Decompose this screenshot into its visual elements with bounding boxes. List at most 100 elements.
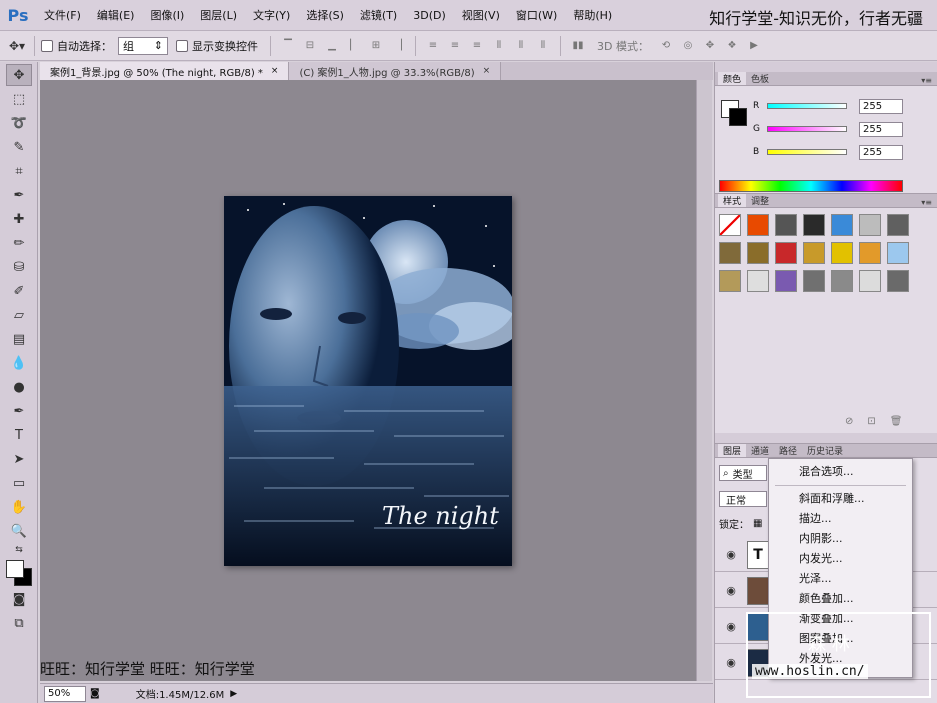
screen-mode-icon[interactable]: ⧉ xyxy=(6,612,32,634)
align-bottom-icon[interactable]: ▁ xyxy=(325,39,339,53)
green-slider[interactable] xyxy=(767,126,847,132)
style-swatch[interactable] xyxy=(887,242,909,264)
menu-item-blending-options[interactable]: 混合选项... xyxy=(769,462,912,482)
foreground-background-swatch[interactable] xyxy=(4,558,34,586)
menu-file[interactable]: 文件(F) xyxy=(36,7,89,23)
menu-item-inner-shadow[interactable]: 内阴影... xyxy=(769,529,912,549)
eraser-tool-icon[interactable]: ▱ xyxy=(6,304,32,326)
marquee-tool-icon[interactable]: ⬚ xyxy=(6,88,32,110)
menu-item-satin[interactable]: 光泽... xyxy=(769,569,912,589)
gradient-tool-icon[interactable]: ▤ xyxy=(6,328,32,350)
style-swatch[interactable] xyxy=(719,214,741,236)
tab-history[interactable]: 历史记录 xyxy=(802,444,848,457)
lock-transparent-icon[interactable]: ▦ xyxy=(753,518,762,529)
zoom-tool-icon[interactable]: 🔍 xyxy=(6,520,32,542)
style-swatch[interactable] xyxy=(887,270,909,292)
menu-help[interactable]: 帮助(H) xyxy=(565,7,620,23)
style-swatch[interactable] xyxy=(775,214,797,236)
blue-value-input[interactable]: 255 xyxy=(859,144,903,160)
show-transform-checkbox[interactable] xyxy=(176,39,188,52)
tab-color[interactable]: 颜色 xyxy=(718,72,747,85)
menu-edit[interactable]: 编辑(E) xyxy=(89,7,143,23)
menu-layer[interactable]: 图层(L) xyxy=(192,7,245,23)
menu-select[interactable]: 选择(S) xyxy=(298,7,352,23)
align-left-icon[interactable]: ▏ xyxy=(347,39,361,53)
quick-select-tool-icon[interactable]: ✎ xyxy=(6,136,32,158)
menu-3d[interactable]: 3D(D) xyxy=(405,9,454,22)
distribute-left-icon[interactable]: ⦀ xyxy=(492,39,506,53)
history-brush-tool-icon[interactable]: ✐ xyxy=(6,280,32,302)
document-tab-background[interactable]: 案例1_背景.jpg @ 50% (The night, RGB/8) * × xyxy=(40,62,290,80)
align-hcenter-icon[interactable]: ⊞ xyxy=(369,39,383,53)
green-value-input[interactable]: 255 xyxy=(859,121,903,137)
hand-tool-icon[interactable]: ✋ xyxy=(6,496,32,518)
style-swatch[interactable] xyxy=(747,214,769,236)
dodge-tool-icon[interactable]: ● xyxy=(6,376,32,398)
menu-item-bevel-emboss[interactable]: 斜面和浮雕... xyxy=(769,489,912,509)
3d-rotate-icon[interactable]: ⟲ xyxy=(659,39,673,53)
style-swatch[interactable] xyxy=(803,270,825,292)
style-swatch[interactable] xyxy=(831,214,853,236)
style-swatch[interactable] xyxy=(775,242,797,264)
style-swatch[interactable] xyxy=(747,270,769,292)
3d-roll-icon[interactable]: ◎ xyxy=(681,39,695,53)
distribute-vcenter-icon[interactable]: ≡ xyxy=(448,39,462,53)
menu-image[interactable]: 图像(I) xyxy=(142,7,192,23)
panel-menu-icon[interactable]: ▾≡ xyxy=(921,76,932,85)
tab-channels[interactable]: 通道 xyxy=(746,444,774,457)
move-tool-icon[interactable]: ✥ xyxy=(6,64,32,86)
distribute-bottom-icon[interactable]: ≡ xyxy=(470,39,484,53)
menu-item-inner-glow[interactable]: 内发光... xyxy=(769,549,912,569)
background-color-swatch[interactable] xyxy=(729,108,747,126)
pen-tool-icon[interactable]: ✒ xyxy=(6,400,32,422)
canvas-area[interactable]: The night xyxy=(40,80,696,681)
eyedropper-tool-icon[interactable]: ✒ xyxy=(6,184,32,206)
status-menu-arrow-icon[interactable]: ▶ xyxy=(230,689,237,699)
3d-drag-icon[interactable]: ✥ xyxy=(703,39,717,53)
3d-scale-icon[interactable]: ▶ xyxy=(747,39,761,53)
blue-slider[interactable] xyxy=(767,149,847,155)
red-value-input[interactable]: 255 xyxy=(859,98,903,114)
blend-mode-dropdown[interactable]: 正常 xyxy=(719,491,767,507)
clone-stamp-tool-icon[interactable]: ⛁ xyxy=(6,256,32,278)
tab-styles[interactable]: 样式 xyxy=(718,194,747,207)
zoom-level-field[interactable]: 50% xyxy=(44,685,86,702)
document-tab-person[interactable]: (C) 案例1_人物.jpg @ 33.3%(RGB/8) × xyxy=(289,62,502,80)
align-top-icon[interactable]: ▔ xyxy=(281,39,295,53)
new-style-icon[interactable]: ⊡ xyxy=(867,416,875,427)
tab-paths[interactable]: 路径 xyxy=(774,444,802,457)
style-swatch[interactable] xyxy=(803,242,825,264)
style-swatch[interactable] xyxy=(831,242,853,264)
move-tool-preset-icon[interactable]: ✥▾ xyxy=(9,39,25,53)
lasso-tool-icon[interactable]: ➰ xyxy=(6,112,32,134)
style-swatch[interactable] xyxy=(747,242,769,264)
align-vcenter-icon[interactable]: ⊟ xyxy=(303,39,317,53)
foreground-color-swatch[interactable] xyxy=(6,560,24,578)
menu-filter[interactable]: 滤镜(T) xyxy=(352,7,405,23)
shape-tool-icon[interactable]: ▭ xyxy=(6,472,32,494)
tab-layers[interactable]: 图层 xyxy=(718,444,747,457)
swap-colors-icon[interactable]: ⇆ xyxy=(6,544,32,556)
menu-view[interactable]: 视图(V) xyxy=(454,7,508,23)
distribute-top-icon[interactable]: ≡ xyxy=(426,39,440,53)
color-spectrum-bar[interactable] xyxy=(719,180,903,192)
document-canvas[interactable]: The night xyxy=(224,196,512,566)
type-tool-icon[interactable]: T xyxy=(6,424,32,446)
tab-adjustments[interactable]: 调整 xyxy=(746,194,774,207)
visibility-eye-icon[interactable]: ◉ xyxy=(721,656,741,669)
canvas-title-text[interactable]: The night xyxy=(382,502,499,530)
style-swatch[interactable] xyxy=(859,214,881,236)
close-icon[interactable]: × xyxy=(271,66,279,76)
visibility-eye-icon[interactable]: ◉ xyxy=(721,620,741,633)
auto-select-dropdown[interactable]: 组 ⇕ xyxy=(118,36,168,55)
red-slider[interactable] xyxy=(767,103,847,109)
tab-swatches[interactable]: 色板 xyxy=(746,72,774,85)
crop-tool-icon[interactable]: ⌗ xyxy=(6,160,32,182)
panel-menu-icon[interactable]: ▾≡ xyxy=(921,198,932,207)
menu-window[interactable]: 窗口(W) xyxy=(508,7,565,23)
quick-mask-icon[interactable]: ◙ xyxy=(6,588,32,610)
style-swatch[interactable] xyxy=(803,214,825,236)
clear-style-icon[interactable]: ⊘ xyxy=(845,416,853,427)
distribute-hcenter-icon[interactable]: ⦀ xyxy=(514,39,528,53)
close-icon[interactable]: × xyxy=(483,66,491,76)
